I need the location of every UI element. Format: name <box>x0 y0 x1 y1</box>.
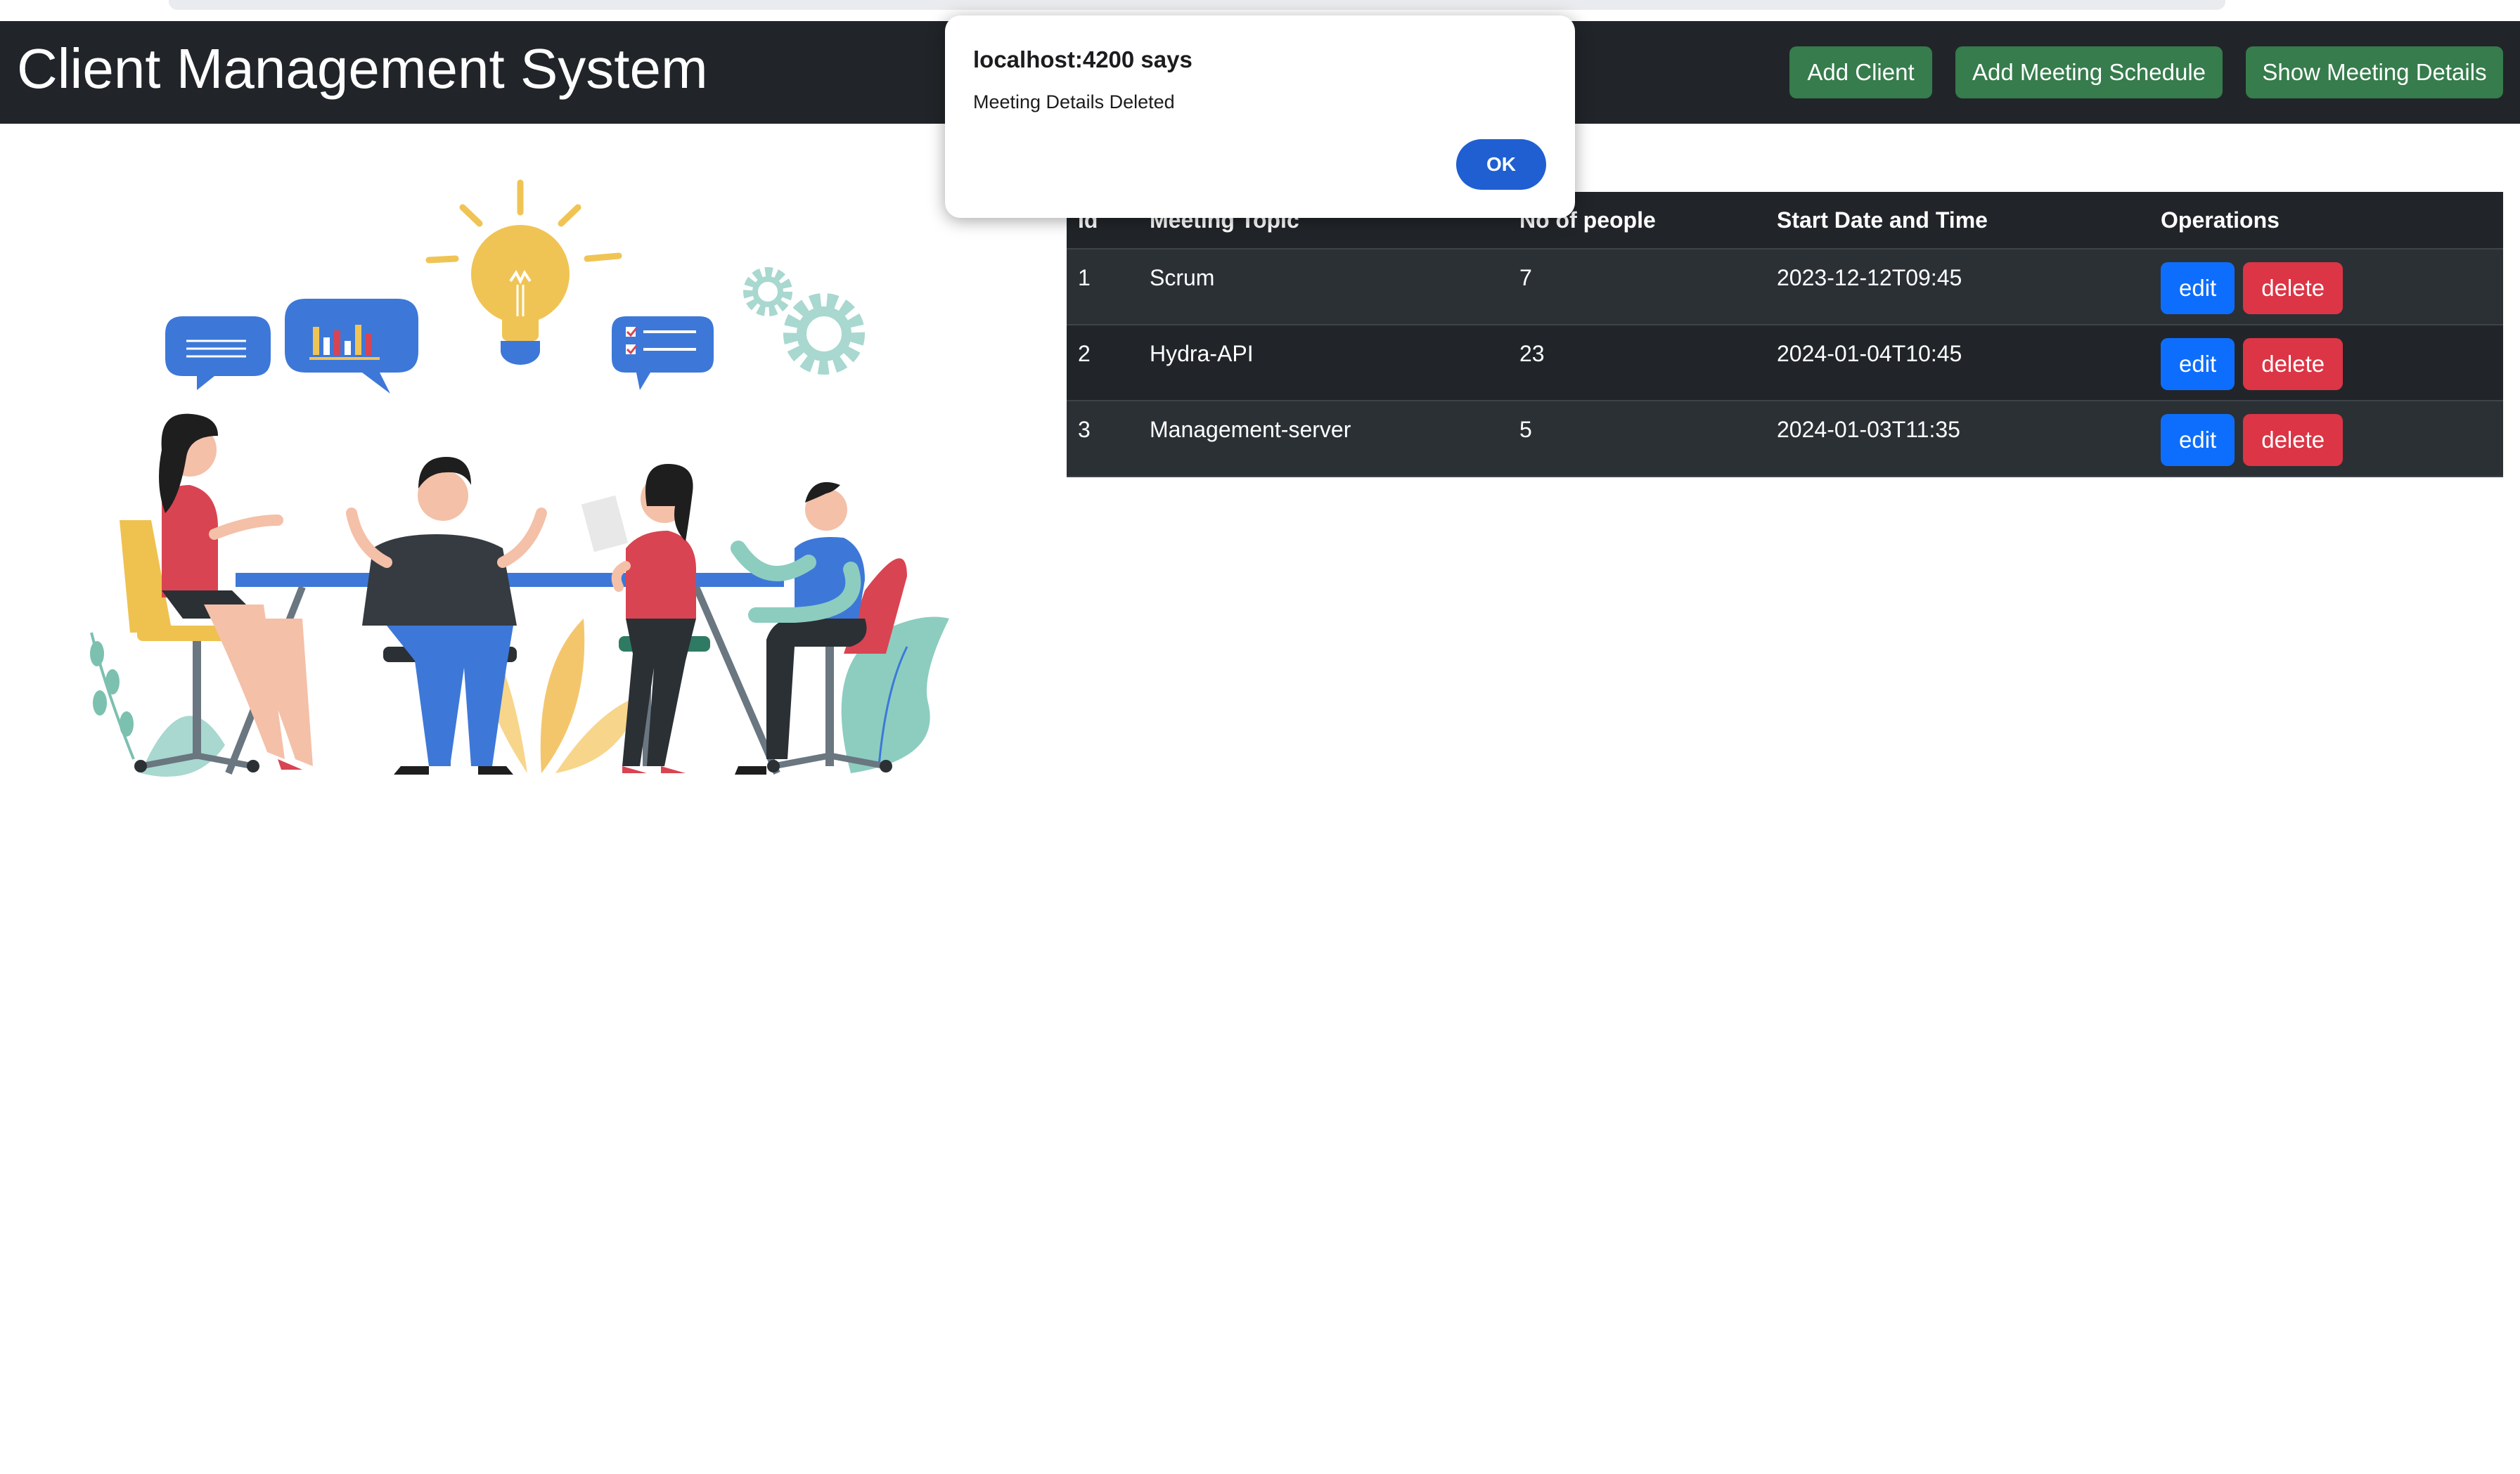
gear-icon <box>743 267 865 375</box>
add-client-button[interactable]: Add Client <box>1789 46 1932 98</box>
table-row: 2 Hydra-API 23 2024-01-04T10:45 edit dele… <box>1067 325 2503 401</box>
cell-start: 2023-12-12T09:45 <box>1766 249 2149 325</box>
cell-people: 7 <box>1508 249 1766 325</box>
table-row: 1 Scrum 7 2023-12-12T09:45 edit delete <box>1067 249 2503 325</box>
cell-operations: edit delete <box>2149 401 2503 477</box>
cell-topic: Management-server <box>1138 401 1508 477</box>
delete-button[interactable]: delete <box>2243 338 2344 390</box>
header-start-date-time: Start Date and Time <box>1766 192 2149 250</box>
cell-operations: edit delete <box>2149 249 2503 325</box>
address-bar[interactable] <box>169 0 2225 10</box>
dialog-title: localhost:4200 says <box>973 46 1192 72</box>
cell-id: 3 <box>1067 401 1138 477</box>
dialog-message: Meeting Details Deleted <box>973 91 1175 112</box>
edit-button[interactable]: edit <box>2161 414 2235 466</box>
show-meeting-details-button[interactable]: Show Meeting Details <box>2246 46 2503 98</box>
cell-start: 2024-01-04T10:45 <box>1766 325 2149 401</box>
delete-button[interactable]: delete <box>2243 414 2344 466</box>
add-meeting-schedule-button[interactable]: Add Meeting Schedule <box>1955 46 2223 98</box>
cell-topic: Scrum <box>1138 249 1508 325</box>
cell-operations: edit delete <box>2149 325 2503 401</box>
speech-bubble-text-icon <box>165 316 271 390</box>
alert-dialog: localhost:4200 says Meeting Details Dele… <box>945 15 1575 218</box>
header-operations: Operations <box>2149 192 2503 250</box>
cell-people: 23 <box>1508 325 1766 401</box>
cell-topic: Hydra-API <box>1138 325 1508 401</box>
edit-button[interactable]: edit <box>2161 262 2235 314</box>
edit-button[interactable]: edit <box>2161 338 2235 390</box>
meetings-table: Id Meeting Topic No of people Start Date… <box>1067 192 2503 477</box>
meeting-illustration <box>90 179 949 777</box>
cell-id: 2 <box>1067 325 1138 401</box>
lightbulb-icon <box>425 179 622 365</box>
ok-button[interactable]: OK <box>1456 139 1546 190</box>
person-1 <box>120 413 313 772</box>
cell-start: 2024-01-03T11:35 <box>1766 401 2149 477</box>
delete-button[interactable]: delete <box>2243 262 2344 314</box>
cell-id: 1 <box>1067 249 1138 325</box>
cell-people: 5 <box>1508 401 1766 477</box>
speech-bubble-checklist-icon <box>612 316 714 390</box>
speech-bubble-chart-icon <box>285 299 418 394</box>
brand-title[interactable]: Client Management System <box>17 34 708 104</box>
table-row: 3 Management-server 5 2024-01-03T11:35 e… <box>1067 401 2503 477</box>
